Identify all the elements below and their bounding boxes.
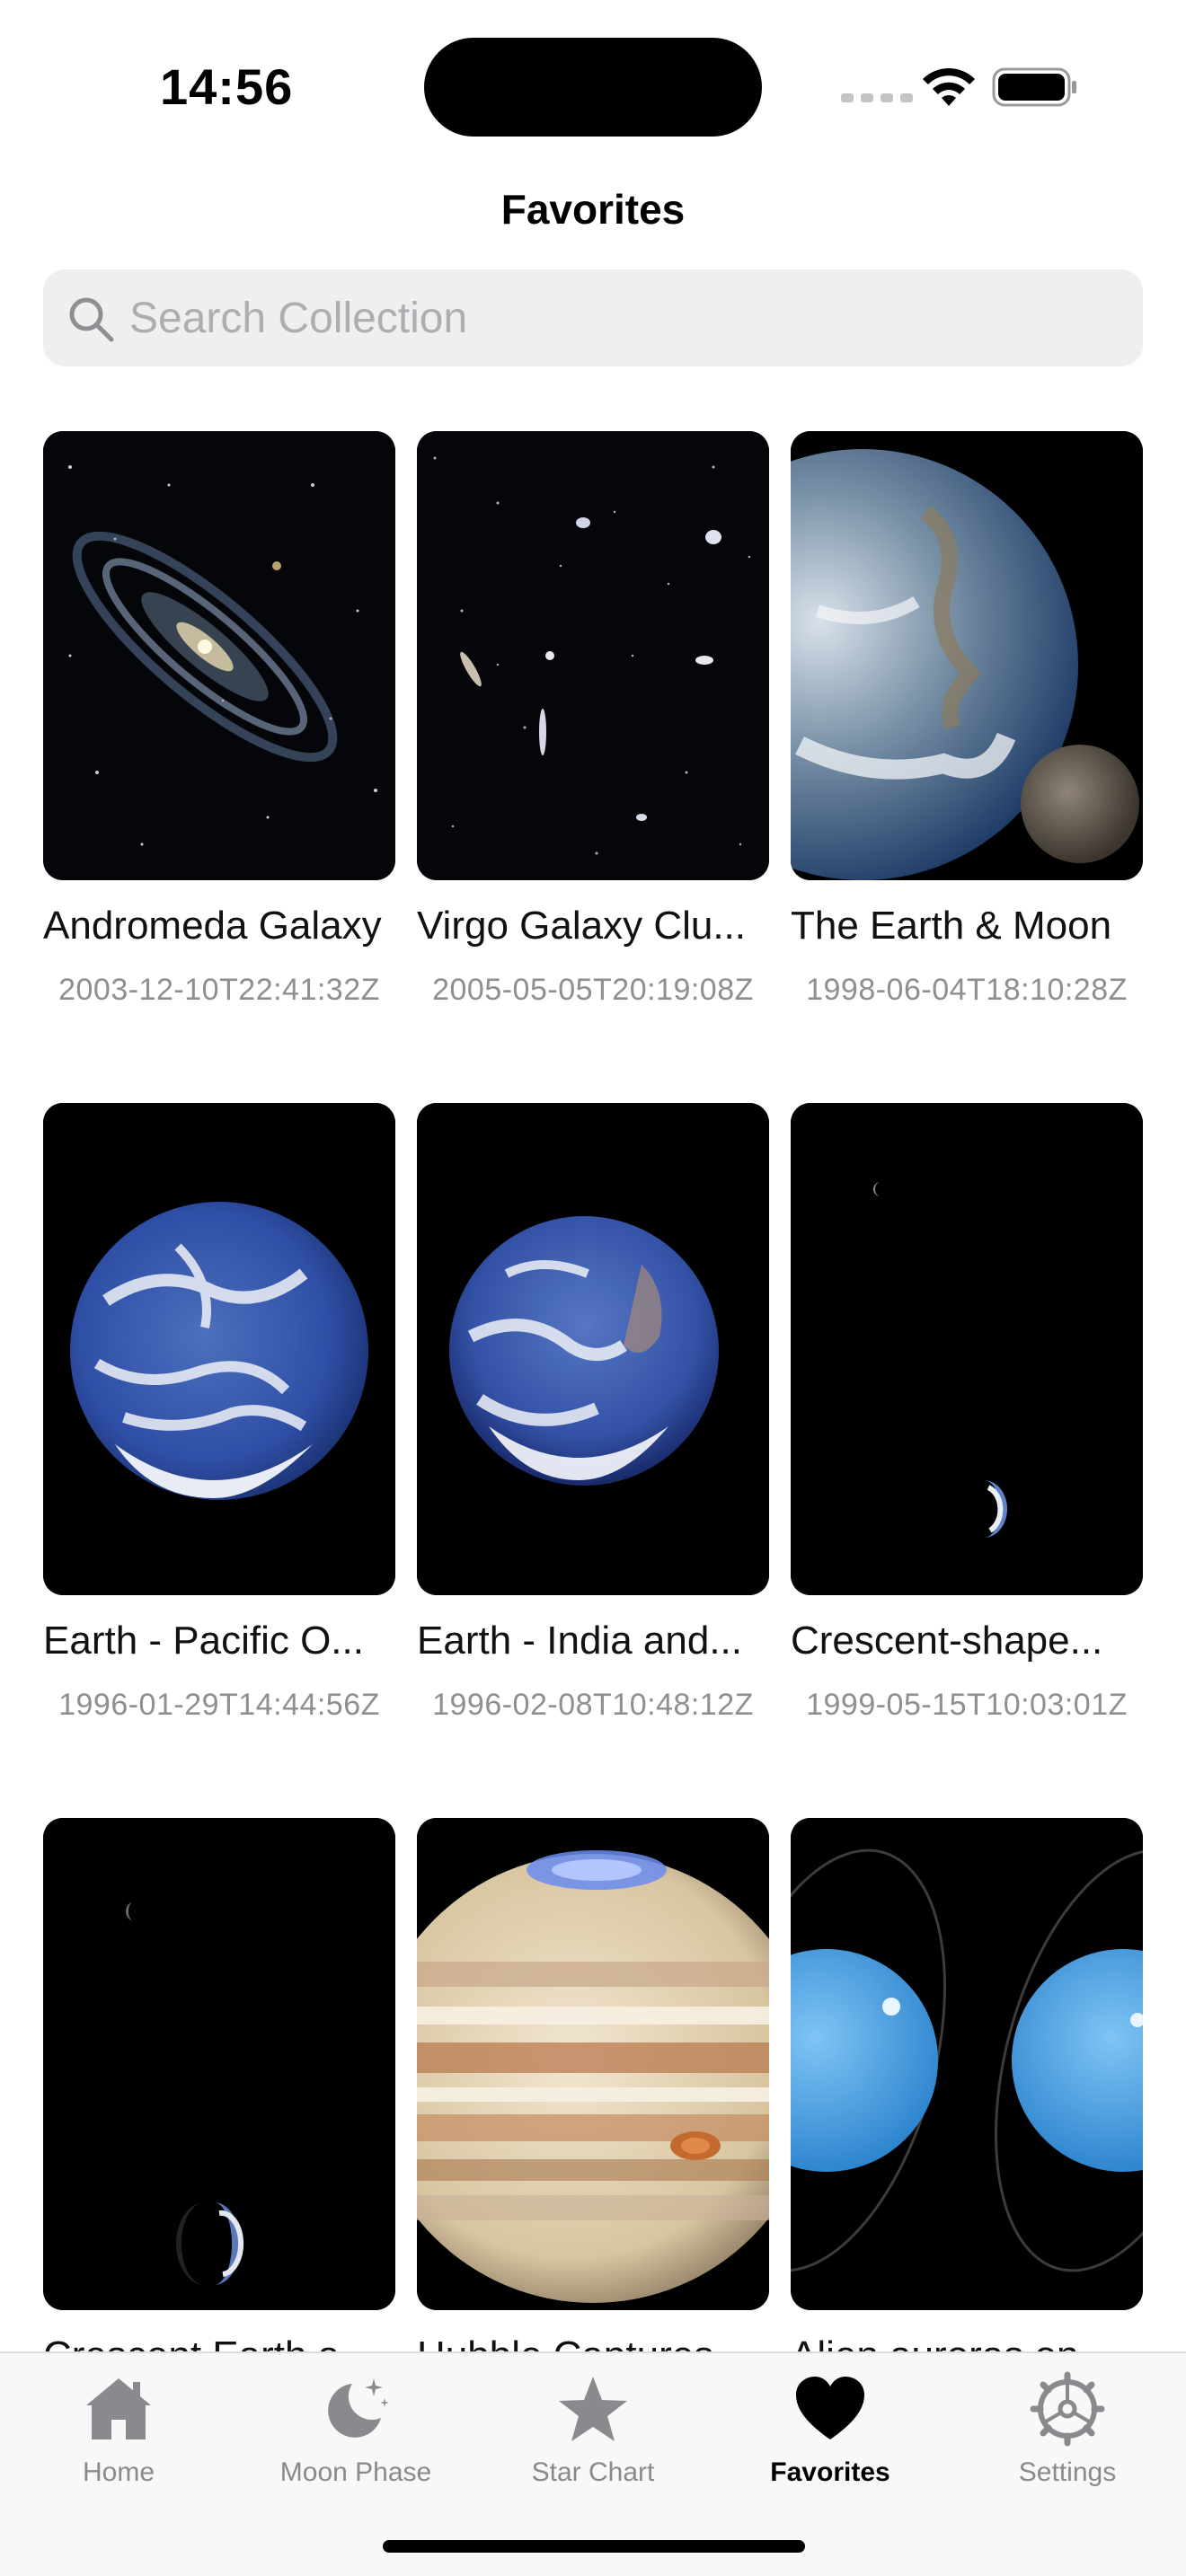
- moon-stars-icon: [328, 2378, 389, 2438]
- item-title: Crescent-shape...: [791, 1619, 1103, 1663]
- item-title: Virgo Galaxy Clu...: [417, 904, 747, 948]
- item-date: 2005-05-05T20:19:08Z: [432, 973, 754, 1007]
- thumbnail-crescent-earth-moon: [791, 1103, 1143, 1595]
- thumbnail-jupiter-aurora: [417, 1818, 769, 2310]
- item-date: 1998-06-04T18:10:28Z: [806, 973, 1128, 1007]
- home-indicator: [383, 2540, 805, 2553]
- tab-label: Home: [82, 2457, 155, 2487]
- item-date: 1999-05-15T10:03:01Z: [806, 1688, 1128, 1722]
- tab-label: Moon Phase: [279, 2457, 432, 2487]
- item-title: Hubble Captures...: [417, 2333, 769, 2353]
- tab-favorites[interactable]: Favorites: [712, 2371, 949, 2488]
- thumbnail-virgo-cluster: [417, 431, 769, 880]
- house-icon: [86, 2378, 151, 2439]
- collection-item[interactable]: The Earth & Moon 1998-06-04T18:10:28Z: [791, 431, 1143, 1010]
- tab-moon-phase[interactable]: Moon Phase: [237, 2371, 474, 2488]
- tab-home[interactable]: Home: [0, 2371, 237, 2488]
- item-date: 1996-01-29T14:44:56Z: [58, 1688, 380, 1722]
- item-title: Alien auroras on...: [791, 2333, 1143, 2353]
- tab-label: Star Chart: [531, 2457, 655, 2487]
- collection-item[interactable]: Earth - Pacific O... 1996-01-29T14:44:56…: [43, 1103, 395, 1725]
- thumbnail-crescent-earth-2: [43, 1818, 395, 2310]
- item-title: The Earth & Moon: [791, 904, 1112, 948]
- thumbnail-earth-moon: [791, 431, 1143, 880]
- tab-label: Favorites: [770, 2457, 890, 2487]
- thumbnail-uranus-aurora: [791, 1818, 1143, 2310]
- collection-item[interactable]: Crescent Earth a...: [43, 1818, 395, 2353]
- tab-star-chart[interactable]: Star Chart: [474, 2371, 712, 2488]
- favorites-grid: Andromeda Galaxy 2003-12-10T22:41:32Z Vi…: [0, 0, 1186, 2353]
- star-icon: [559, 2377, 627, 2441]
- item-date: 2003-12-10T22:41:32Z: [58, 973, 380, 1007]
- collection-item[interactable]: Virgo Galaxy Clu... 2005-05-05T20:19:08Z: [417, 431, 769, 1010]
- thumbnail-earth-pacific: [43, 1103, 395, 1595]
- item-date: 1996-02-08T10:48:12Z: [432, 1688, 754, 1722]
- tab-settings[interactable]: Settings: [949, 2371, 1186, 2488]
- gear-icon: [1030, 2371, 1105, 2447]
- item-title: Crescent Earth a...: [43, 2333, 395, 2353]
- collection-item[interactable]: Andromeda Galaxy 2003-12-10T22:41:32Z: [43, 431, 395, 1010]
- thumbnail-earth-india: [417, 1103, 769, 1595]
- collection-item[interactable]: Crescent-shape... 1999-05-15T10:03:01Z: [791, 1103, 1143, 1725]
- tab-label: Settings: [1018, 2457, 1117, 2487]
- collection-item[interactable]: Alien auroras on...: [791, 1818, 1143, 2353]
- collection-item[interactable]: Hubble Captures...: [417, 1818, 769, 2353]
- collection-item[interactable]: Earth - India and... 1996-02-08T10:48:12…: [417, 1103, 769, 1725]
- heart-icon: [796, 2377, 864, 2439]
- item-title: Earth - India and...: [417, 1619, 742, 1663]
- thumbnail-andromeda: [43, 431, 395, 880]
- item-title: Andromeda Galaxy: [43, 904, 382, 948]
- item-title: Earth - Pacific O...: [43, 1619, 364, 1663]
